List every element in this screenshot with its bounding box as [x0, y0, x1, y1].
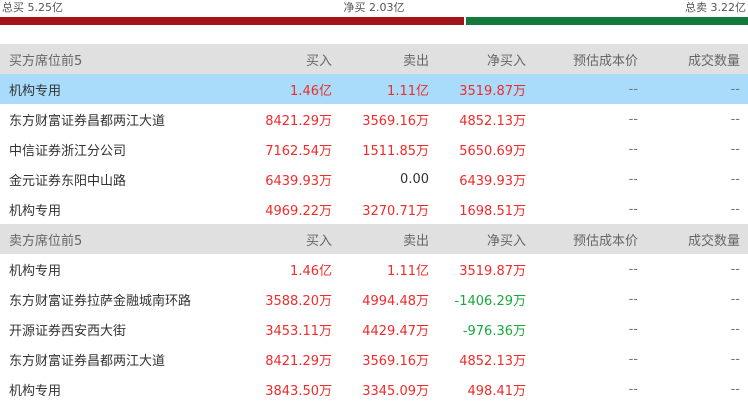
seat-name: 机构专用 — [0, 74, 240, 104]
estimated-cost: -- — [628, 291, 638, 307]
net-buy-amount: 6439.93万 — [459, 173, 526, 189]
trade-quantity: -- — [730, 171, 740, 187]
seat-ranking-table: 买方席位前5 买入 卖出 净买入 预估成本价 成交数量 机构专用 1.46亿 1.11亿 3519… — [0, 44, 748, 404]
seat-name: 东方财富证券昌都两江大道 — [9, 353, 166, 369]
trade-quantity: -- — [730, 141, 740, 157]
net-buy-amount: 4852.13万 — [459, 353, 526, 369]
net-buy-amount: 1698.51万 — [459, 203, 526, 219]
buy-ratio-fill — [0, 17, 464, 25]
seat-name: 开源证券西安西大街 — [9, 323, 127, 339]
sell-amount: 4994.48万 — [362, 293, 429, 309]
buy-amount: 3453.11万 — [265, 323, 332, 339]
net-buy-column-header: 净买入 — [437, 224, 534, 254]
buy-amount: 8421.29万 — [265, 353, 332, 369]
buy-header-row: 买方席位前5 买入 卖出 净买入 预估成本价 成交数量 — [0, 44, 748, 74]
estimated-cost: -- — [628, 111, 638, 127]
buy-seat-row[interactable]: 金元证券东阳中山路 6439.93万 0.00 6439.93万 -- -- — [0, 164, 748, 194]
quantity-column-header: 成交数量 — [646, 224, 748, 254]
trade-summary: 总买 5.25亿 净买 2.03亿 总卖 3.22亿 — [0, 0, 748, 17]
estimated-cost: -- — [628, 171, 638, 187]
sell-amount: 1.11亿 — [340, 74, 437, 104]
sell-seat-row[interactable]: 东方财富证券昌都两江大道 8421.29万 3569.16万 4852.13万 -- -- — [0, 344, 748, 374]
buy-sell-ratio-bar — [0, 17, 748, 25]
cost-column-header: 预估成本价 — [534, 224, 646, 254]
trade-quantity: -- — [730, 201, 740, 217]
buy-amount: 1.46亿 — [240, 74, 340, 104]
seat-name: 中信证券浙江分公司 — [9, 143, 127, 159]
buy-amount: 4969.22万 — [265, 203, 332, 219]
total-sell-label: 总卖 3.22亿 — [685, 1, 746, 14]
estimated-cost: -- — [628, 351, 638, 367]
sell-seat-row[interactable]: 机构专用 1.46亿 1.11亿 3519.87万 -- -- — [0, 254, 748, 284]
estimated-cost: -- — [628, 321, 638, 337]
cost-column-header: 预估成本价 — [534, 44, 646, 74]
trade-quantity: -- — [730, 321, 740, 337]
sell-amount: 3569.16万 — [362, 113, 429, 129]
seat-name: 机构专用 — [9, 203, 62, 219]
seat-name: 机构专用 — [9, 263, 62, 279]
buy-column-header: 买入 — [240, 224, 340, 254]
sell-amount: 0.00 — [400, 171, 429, 187]
buy-seat-row[interactable]: 中信证券浙江分公司 7162.54万 1511.85万 5650.69万 -- -- — [0, 134, 748, 164]
seat-name: 金元证券东阳中山路 — [9, 173, 127, 189]
sell-ratio-fill — [465, 17, 748, 25]
trade-quantity: -- — [730, 351, 740, 367]
sell-amount: 4429.47万 — [362, 323, 429, 339]
sell-amount: 3569.16万 — [362, 353, 429, 369]
estimated-cost: -- — [534, 74, 646, 104]
buy-amount: 7162.54万 — [265, 143, 332, 159]
buy-amount: 8421.29万 — [265, 113, 332, 129]
buy-amount: 6439.93万 — [265, 173, 332, 189]
buy-seat-row[interactable]: 机构专用 1.46亿 1.11亿 3519.87万 -- -- — [0, 74, 748, 104]
sell-seat-row[interactable]: 开源证券西安西大街 3453.11万 4429.47万 -976.36万 -- -- — [0, 314, 748, 344]
seat-column-header: 卖方席位前5 — [0, 224, 240, 254]
sell-amount: 1511.85万 — [362, 143, 429, 159]
quantity-column-header: 成交数量 — [646, 44, 748, 74]
net-buy-amount: 3519.87万 — [437, 74, 534, 104]
estimated-cost: -- — [628, 141, 638, 157]
net-buy-amount: 3519.87万 — [459, 263, 526, 279]
sell-amount: 1.11亿 — [387, 263, 429, 279]
seat-name: 东方财富证券昌都两江大道 — [9, 113, 166, 129]
trade-quantity: -- — [646, 74, 748, 104]
trade-quantity: -- — [730, 261, 740, 277]
net-buy-amount: 4852.13万 — [459, 113, 526, 129]
net-buy-column-header: 净买入 — [437, 44, 534, 74]
estimated-cost: -- — [628, 201, 638, 217]
net-buy-amount: 5650.69万 — [459, 143, 526, 159]
trade-quantity: -- — [730, 111, 740, 127]
sell-column-header: 卖出 — [340, 224, 437, 254]
seat-column-header: 买方席位前5 — [0, 44, 240, 74]
net-buy-amount: -1406.29万 — [454, 293, 526, 309]
buy-seat-row[interactable]: 机构专用 4969.22万 3270.71万 1698.51万 -- -- — [0, 194, 748, 224]
net-buy-label: 净买 2.03亿 — [343, 1, 405, 14]
buy-column-header: 买入 — [240, 44, 340, 74]
sell-header-row: 卖方席位前5 买入 卖出 净买入 预估成本价 成交数量 — [0, 224, 748, 254]
buy-amount: 1.46亿 — [290, 263, 332, 279]
sell-column-header: 卖出 — [340, 44, 437, 74]
buy-seat-row[interactable]: 东方财富证券昌都两江大道 8421.29万 3569.16万 4852.13万 -- -- — [0, 104, 748, 134]
buy-amount: 3588.20万 — [265, 293, 332, 309]
sell-amount: 3270.71万 — [362, 203, 429, 219]
sell-seat-row[interactable]: 东方财富证券拉萨金融城南环路 3588.20万 4994.48万 -1406.29万 -… — [0, 284, 748, 314]
net-buy-amount: -976.36万 — [462, 323, 526, 339]
seat-name: 东方财富证券拉萨金融城南环路 — [9, 293, 192, 309]
trade-quantity: -- — [730, 291, 740, 307]
estimated-cost: -- — [628, 261, 638, 277]
